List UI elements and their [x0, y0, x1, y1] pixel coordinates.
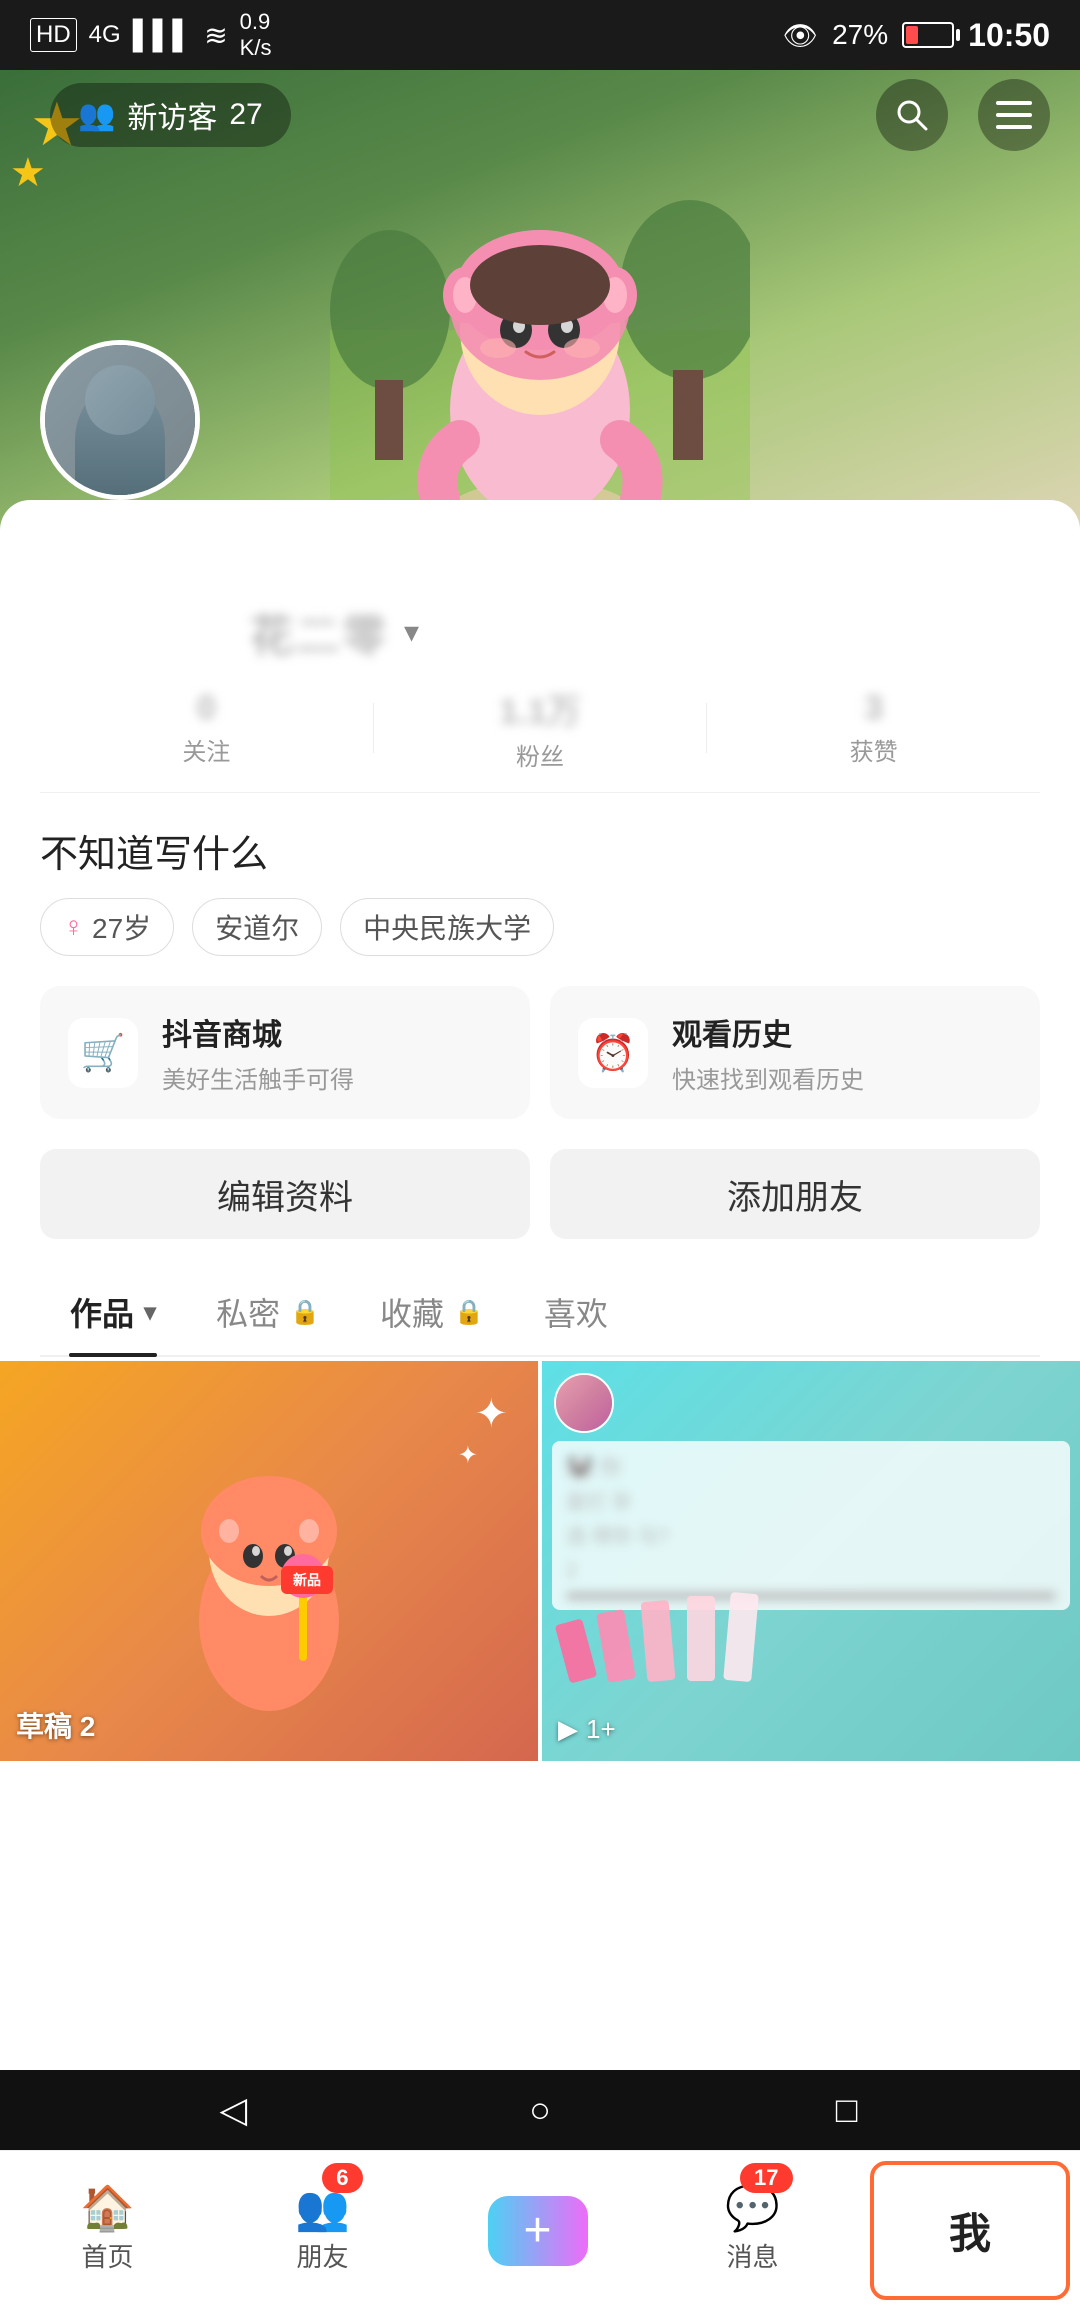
following-count: 0 [40, 689, 373, 728]
nav-friends[interactable]: 6 👥 朋友 [215, 2151, 430, 2310]
history-card[interactable]: ⏰ 观看历史 快速找到观看历史 [550, 986, 1040, 1119]
visitor-label: 新访客 [127, 93, 217, 137]
history-title: 观看历史 [672, 1010, 864, 1054]
play-count: 1+ [586, 1714, 616, 1745]
stat-followers[interactable]: 1.1万 粉丝 [374, 684, 707, 772]
network-icon: 4G [89, 21, 121, 49]
messages-label: 消息 [726, 2237, 778, 2274]
visitor-count: 27 [229, 98, 262, 132]
content-tabs: 作品 ▾ 私密 🔒 收藏 🔒 喜欢 [40, 1269, 1040, 1357]
video-thumb-2[interactable]: 🐼 你 是打 孕 选 得你 马? 2 ▶ 1+ [542, 1361, 1080, 1761]
bio-text: 不知道写什么 [40, 793, 1040, 898]
me-label: 我 [949, 2200, 991, 2261]
status-right: 👁 27% 10:50 [783, 17, 1050, 54]
bottom-nav: 🏠 首页 6 👥 朋友 + 17 💬 消息 我 [0, 2150, 1080, 2310]
school-label: 中央民族大学 [363, 907, 531, 947]
likes-count: 3 [707, 689, 1040, 728]
battery-icon [902, 22, 954, 48]
history-icon: ⏰ [578, 1018, 648, 1088]
svg-text:新品: 新品 [293, 1572, 321, 1588]
followers-label: 粉丝 [374, 737, 707, 772]
age-label: 27岁 [92, 907, 151, 947]
new-visitor-badge[interactable]: 👥 新访客 27 [50, 83, 291, 147]
tab-private[interactable]: 私密 🔒 [186, 1269, 350, 1355]
video-thumb-1[interactable]: 新品 ✦ ✦ 草稿 2 [0, 1361, 538, 1761]
username-dropdown[interactable]: ▾ [404, 615, 419, 650]
friends-badge: 6 [322, 2163, 362, 2193]
search-button[interactable] [876, 79, 948, 151]
messages-badge: 17 [740, 2163, 792, 2193]
back-button[interactable]: ◁ [203, 2080, 263, 2140]
tab-private-label: 私密 [216, 1289, 280, 1335]
speed-text: 0.9K/s [240, 9, 272, 61]
likes-label: 获赞 [707, 732, 1040, 767]
nav-me[interactable]: 我 [870, 2161, 1070, 2300]
stat-following[interactable]: 0 关注 [40, 689, 373, 767]
home-label: 首页 [81, 2237, 133, 2274]
status-bar: HD 4G ▌▌▌ ≋ 0.9K/s 👁 27% 10:50 [0, 0, 1080, 70]
gender-icon: ♀ [63, 911, 84, 943]
location-label: 安道尔 [215, 907, 299, 947]
sys-nav: ◁ ○ □ [0, 2070, 1080, 2150]
messages-icon: 💬 [725, 2187, 780, 2231]
tab-like-label: 喜欢 [544, 1289, 608, 1335]
shop-card[interactable]: 🛒 抖音商城 美好生活触手可得 [40, 986, 530, 1119]
tag-location[interactable]: 安道尔 [192, 898, 322, 956]
history-subtitle: 快速找到观看历史 [672, 1060, 864, 1095]
shop-icon: 🛒 [68, 1018, 138, 1088]
tab-works-arrow: ▾ [144, 1298, 156, 1327]
username: 花二零 [250, 600, 388, 664]
home-button[interactable]: ○ [510, 2080, 570, 2140]
eye-icon: 👁 [783, 19, 819, 52]
tags-row: ♀ 27岁 安道尔 中央民族大学 [40, 898, 1040, 956]
avatar-container[interactable] [40, 340, 200, 500]
wifi-icon: ≋ [204, 19, 227, 52]
tag-age[interactable]: ♀ 27岁 [40, 898, 174, 956]
recents-button[interactable]: □ [817, 2080, 877, 2140]
friends-icon: 👥 [295, 2187, 350, 2231]
tab-like[interactable]: 喜欢 [514, 1269, 638, 1355]
friends-label: 朋友 [296, 2237, 348, 2274]
avatar [40, 340, 200, 500]
tab-works-label: 作品 [70, 1289, 134, 1335]
battery-percent: 27% [832, 19, 888, 51]
tab-collect[interactable]: 收藏 🔒 [350, 1269, 514, 1355]
signal-icon: ▌▌▌ [133, 19, 193, 51]
tab-works[interactable]: 作品 ▾ [40, 1269, 186, 1355]
tab-collect-label: 收藏 [380, 1289, 444, 1335]
menu-button[interactable] [978, 79, 1050, 151]
username-row: 花二零 ▾ [250, 500, 1040, 664]
home-icon: 🏠 [80, 2187, 135, 2231]
followers-count: 1.1万 [374, 684, 707, 733]
profile-section: 花二零 ▾ 0 关注 1.1万 粉丝 3 获赞 不知道写什么 ♀ 27岁 安道尔… [0, 500, 1080, 2070]
edit-profile-button[interactable]: 编辑资料 [40, 1149, 530, 1239]
nav-messages[interactable]: 17 💬 消息 [645, 2151, 860, 2310]
status-left: HD 4G ▌▌▌ ≋ 0.9K/s [30, 9, 271, 61]
visitor-icon: 👥 [78, 98, 115, 133]
stats-row: 0 关注 1.1万 粉丝 3 获赞 [40, 664, 1040, 793]
draft-label: 草稿 2 [16, 1705, 95, 1745]
nav-add[interactable]: + [430, 2151, 645, 2310]
hd-icon: HD [30, 18, 77, 52]
shop-subtitle: 美好生活触手可得 [162, 1060, 354, 1095]
stat-likes[interactable]: 3 获赞 [707, 689, 1040, 767]
cover-actions: 👥 新访客 27 [0, 70, 1080, 160]
add-friend-button[interactable]: 添加朋友 [550, 1149, 1040, 1239]
video-mini-avatar [554, 1373, 614, 1433]
tab-collect-lock: 🔒 [454, 1298, 484, 1327]
tag-school[interactable]: 中央民族大学 [340, 898, 554, 956]
action-buttons: 编辑资料 添加朋友 [40, 1149, 1040, 1239]
tab-private-lock: 🔒 [290, 1298, 320, 1327]
history-info: 观看历史 快速找到观看历史 [672, 1010, 864, 1095]
add-button[interactable]: + [488, 2196, 588, 2266]
play-label: ▶ 1+ [558, 1714, 616, 1745]
video-grid: 新品 ✦ ✦ 草稿 2 🐼 你 是打 孕 选 得你 马? 2 [0, 1361, 1080, 1761]
following-label: 关注 [40, 732, 373, 767]
shop-title: 抖音商城 [162, 1010, 354, 1054]
clock-time: 10:50 [968, 17, 1050, 54]
shop-info: 抖音商城 美好生活触手可得 [162, 1010, 354, 1095]
nav-home[interactable]: 🏠 首页 [0, 2151, 215, 2310]
feature-cards: 🛒 抖音商城 美好生活触手可得 ⏰ 观看历史 快速找到观看历史 [40, 986, 1040, 1119]
